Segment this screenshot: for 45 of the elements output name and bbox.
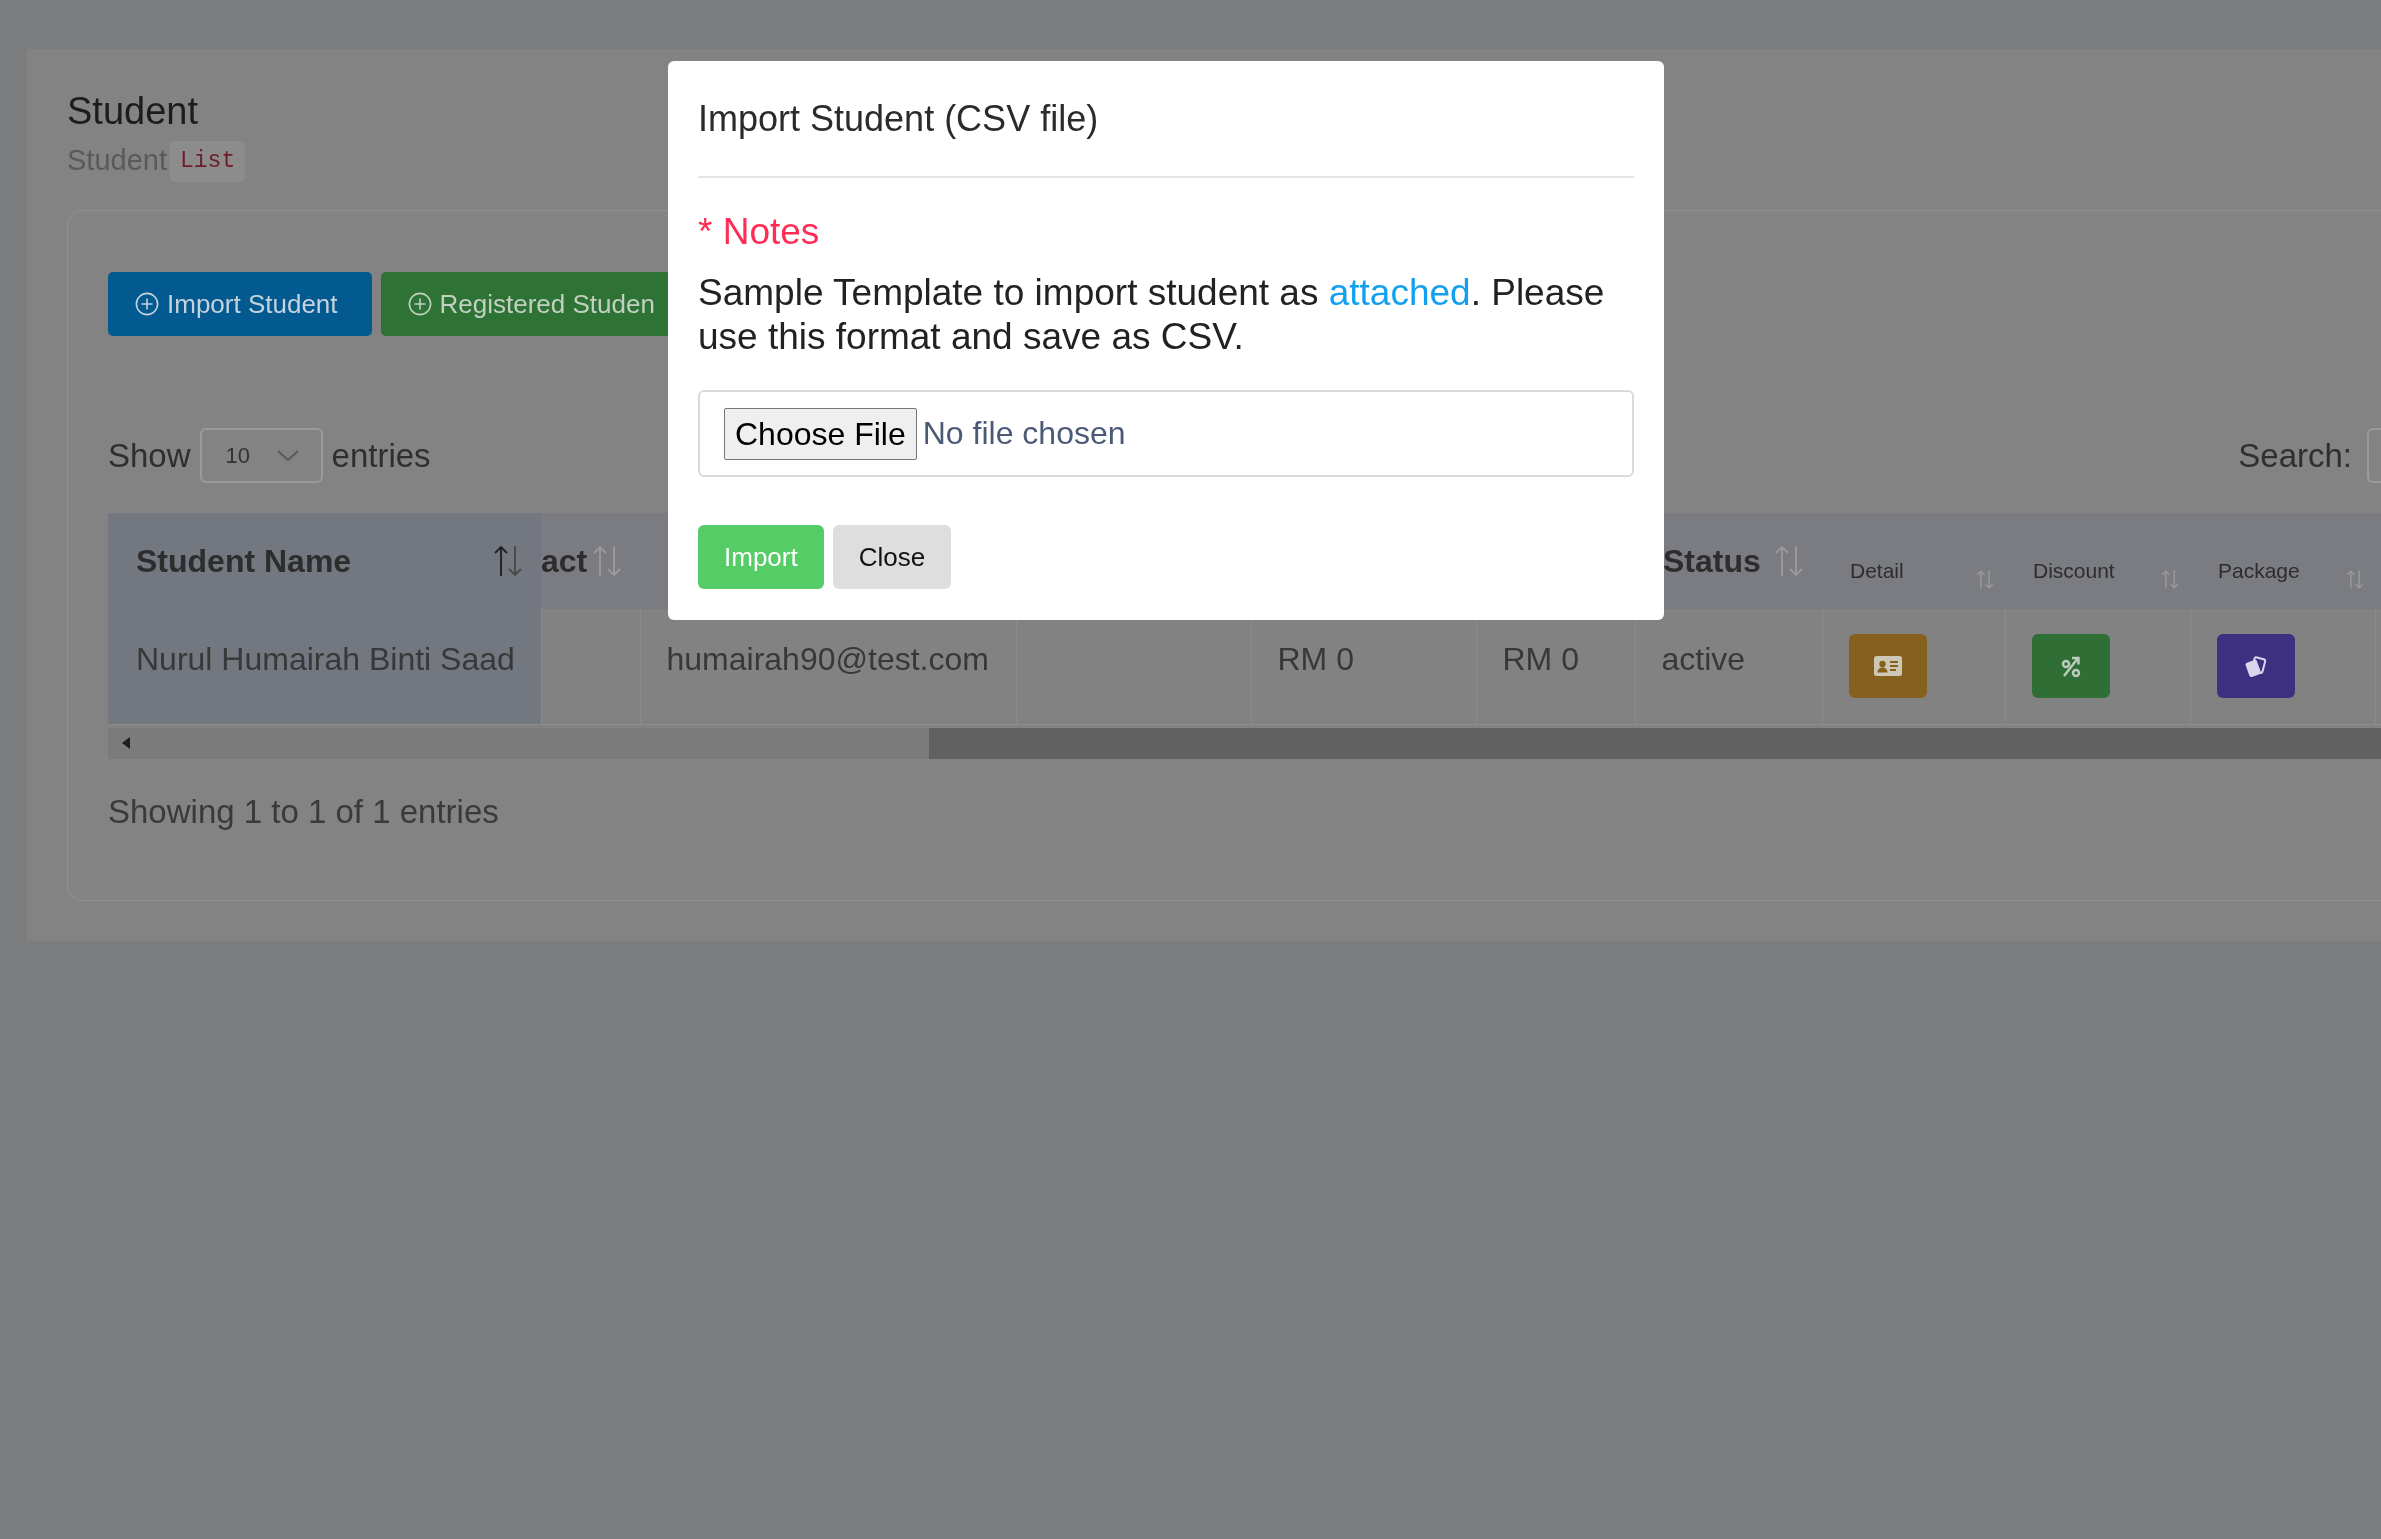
chevron-down-icon bbox=[276, 450, 299, 461]
table-info: Showing 1 to 1 of 1 entries bbox=[108, 791, 499, 832]
notes-heading: * Notes bbox=[698, 210, 820, 254]
import-button[interactable]: Import bbox=[698, 525, 824, 589]
cell-text: RM 0 bbox=[1277, 641, 1354, 678]
search-label: Search: bbox=[2238, 435, 2352, 476]
column-header-text: Status bbox=[1663, 541, 1761, 581]
column-header-text: Student Name bbox=[136, 541, 352, 581]
percent-icon bbox=[2060, 655, 2081, 678]
file-input-field[interactable]: Choose File No file chosen bbox=[698, 390, 1634, 477]
cards-icon bbox=[2243, 654, 2268, 678]
cell-text: humairah90@test.com bbox=[666, 641, 989, 678]
plus-circle-icon bbox=[407, 292, 432, 316]
close-button[interactable]: Close bbox=[832, 525, 952, 589]
column-header-text: Package bbox=[2218, 558, 2300, 584]
column-header-text: Detail bbox=[1850, 558, 1904, 584]
discount-button[interactable] bbox=[2031, 634, 2110, 699]
column-header[interactable]: Package bbox=[2190, 513, 2375, 609]
package-button[interactable] bbox=[2216, 634, 2295, 699]
detail-button[interactable] bbox=[1848, 634, 1927, 699]
show-label: Show bbox=[108, 435, 191, 476]
left-arrow-icon bbox=[122, 737, 130, 749]
column-header[interactable]: act bbox=[541, 513, 640, 609]
choose-file-button[interactable]: Choose File bbox=[724, 407, 917, 460]
entries-select[interactable]: 10 bbox=[199, 428, 323, 483]
plus-circle-icon bbox=[135, 292, 159, 316]
column-header-text: Discount bbox=[2033, 558, 2115, 584]
cell-text: active bbox=[1661, 641, 1746, 678]
horizontal-scrollbar[interactable] bbox=[108, 727, 2381, 759]
cell-text: Nurul Humairah Binti Saad bbox=[136, 641, 515, 678]
page-title: Student bbox=[67, 89, 198, 134]
subtitle-tag: List bbox=[170, 140, 246, 182]
import-student-button[interactable]: Import Student bbox=[108, 272, 372, 336]
column-header[interactable]: Student Name bbox=[108, 513, 541, 609]
file-status-text: No file chosen bbox=[922, 414, 1126, 453]
scrollbar-thumb[interactable] bbox=[929, 727, 2381, 759]
modal-title: Import Student (CSV file) bbox=[698, 96, 1099, 141]
entries-label: entries bbox=[331, 435, 431, 476]
modal-message: Sample Template to import student as attached. Please use this format and save as CSV. bbox=[698, 271, 1606, 359]
attached-link[interactable]: attached bbox=[1328, 272, 1471, 313]
column-header-text: act bbox=[541, 541, 588, 581]
cell-text: RM 0 bbox=[1502, 641, 1579, 678]
id-card-icon bbox=[1873, 656, 1902, 677]
column-header[interactable]: Discount bbox=[2005, 513, 2190, 609]
column-header[interactable]: Detail bbox=[1822, 513, 2005, 609]
